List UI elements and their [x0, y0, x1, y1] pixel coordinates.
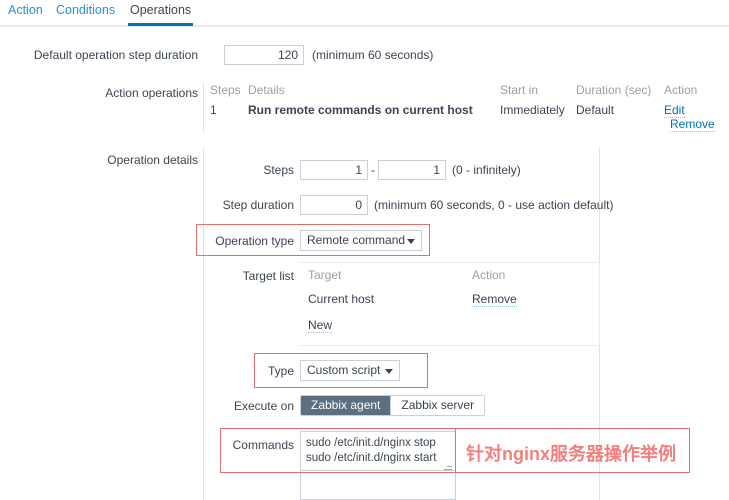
tab-conditions[interactable]: Conditions [54, 3, 117, 23]
cell-actions: Edit Remove [664, 101, 729, 134]
step-duration-row: Step duration (minimum 60 seconds, 0 - u… [206, 195, 613, 215]
steps-from-input[interactable] [300, 160, 368, 180]
execute-on-zabbix-agent[interactable]: Zabbix agent [301, 396, 391, 415]
commands-textarea-lower[interactable] [300, 471, 456, 500]
target-list-box: Target Action Current host Remove New [300, 262, 600, 346]
target-list-label: Target list [242, 269, 294, 283]
tab-action[interactable]: Action [6, 3, 45, 23]
target-list-header-action: Action [472, 268, 506, 282]
target-list-header-target: Target [308, 268, 342, 282]
col-header-steps: Steps [210, 83, 241, 97]
annotation-note-text: 针对nginx服务器操作举例 [466, 444, 676, 464]
remove-link[interactable]: Remove [670, 117, 715, 132]
steps-row: Steps - (0 - infinitely) [206, 160, 521, 180]
chevron-down-icon [385, 368, 393, 374]
col-header-action: Action [664, 83, 698, 97]
commands-textarea[interactable]: sudo /etc/init.d/nginx stop sudo /etc/in… [300, 431, 456, 471]
step-duration-label: Step duration [222, 198, 294, 212]
steps-label: Steps [263, 163, 294, 177]
target-remove-link[interactable]: Remove [472, 292, 517, 307]
operation-details-label: Operation details [107, 153, 198, 167]
commands-label: Commands [232, 438, 294, 452]
type-row: Type Custom script [262, 360, 400, 381]
edit-link[interactable]: Edit [664, 103, 685, 118]
operation-type-label: Operation type [215, 233, 294, 248]
steps-to-input[interactable] [378, 160, 446, 180]
action-operations-panel: Steps Details Start in Duration (sec) Ac… [203, 82, 729, 132]
execute-on-row: Execute on Zabbix agent Zabbix server [222, 395, 486, 416]
type-label: Type [267, 363, 294, 378]
table-header-row: Steps Details Start in Duration (sec) Ac… [210, 82, 729, 101]
default-operation-step-duration-row: Default operation step duration (minimum… [22, 45, 729, 65]
col-header-details: Details [248, 83, 285, 97]
execute-on-radio-group[interactable]: Zabbix agent Zabbix server [300, 395, 486, 416]
col-header-start-in: Start in [500, 83, 539, 97]
default-step-duration-hint: (minimum 60 seconds) [312, 48, 434, 62]
operation-type-value: Remote command [307, 233, 406, 247]
step-duration-input[interactable] [300, 195, 368, 215]
step-duration-hint: (minimum 60 seconds, 0 - use action defa… [374, 198, 614, 212]
cell-duration: Default [576, 103, 615, 117]
resize-handle-icon[interactable] [444, 463, 452, 471]
table-row: 1 Run remote commands on current host Im… [210, 101, 729, 134]
operation-type-row: Operation type Remote command [206, 230, 422, 251]
type-select[interactable]: Custom script [300, 360, 400, 381]
execute-on-zabbix-server[interactable]: Zabbix server [390, 396, 485, 415]
action-operations-label: Action operations [105, 86, 198, 100]
cell-steps: 1 [210, 103, 217, 117]
chevron-down-icon [407, 238, 415, 244]
execute-on-label: Execute on [233, 398, 294, 413]
action-operations-table: Steps Details Start in Duration (sec) Ac… [210, 82, 729, 134]
steps-hint: (0 - infinitely) [452, 163, 521, 177]
tab-bar: Action Conditions Operations [0, 0, 729, 27]
cell-details: Run remote commands on current host [248, 103, 473, 117]
steps-separator: - [371, 163, 375, 177]
target-new-link[interactable]: New [308, 318, 333, 333]
target-list-cell-target: Current host [308, 292, 375, 306]
tab-operations[interactable]: Operations [128, 3, 194, 26]
operation-type-select[interactable]: Remote command [300, 230, 422, 251]
cell-start-in: Immediately [500, 103, 565, 117]
default-step-duration-input[interactable] [224, 45, 304, 65]
col-header-duration: Duration (sec) [576, 83, 652, 97]
default-step-duration-label: Default operation step duration [33, 48, 198, 62]
